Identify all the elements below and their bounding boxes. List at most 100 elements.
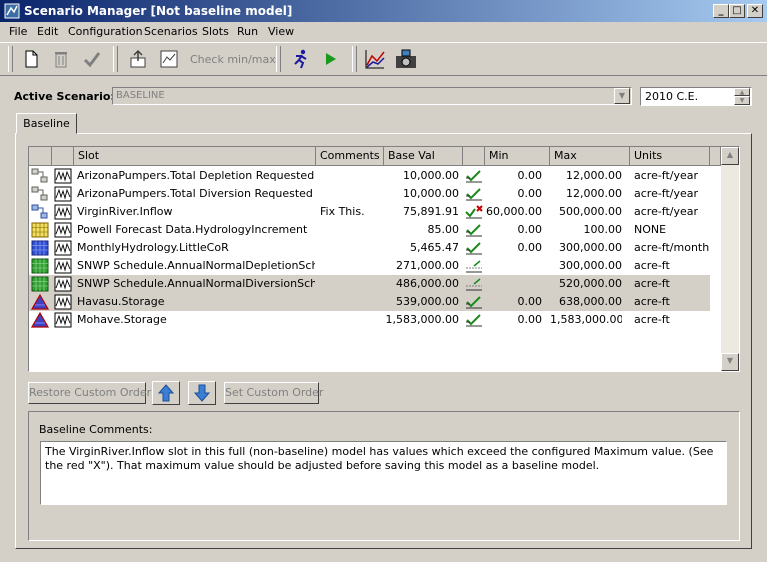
header-type[interactable] [29,147,52,166]
menu-file[interactable]: File [9,25,27,38]
tab-baseline[interactable]: Baseline [16,113,77,134]
trash-icon[interactable] [49,47,73,71]
date-spinner[interactable]: 2010 C.E. ▲ ▼ [640,87,752,106]
checkmark-icon[interactable] [80,47,104,71]
units-cell: acre-ft/month [634,241,710,254]
new-document-icon[interactable] [19,47,43,71]
table-row[interactable]: ArizonaPumpers.Total Depletion Requested… [29,167,710,185]
table-row[interactable]: Mohave.Storage 1,583,000.00 0.00 1,583,000.… [29,311,710,329]
base-val-cell: 271,000.00 [396,259,459,272]
baseline-comments-textarea[interactable]: The VirginRiver.Inflow slot in this full… [40,441,727,505]
set-custom-order-button[interactable]: Set Custom Order [224,382,323,404]
link-blue-icon [31,204,49,222]
minmax-ok-icon [464,240,484,258]
menu-view[interactable]: View [268,25,294,38]
min-cell [485,275,542,293]
chart-icon[interactable] [363,47,387,71]
scroll-down-icon[interactable]: ▼ [721,353,739,371]
minmax-fail-icon [464,204,484,222]
header-plot[interactable] [52,147,74,166]
slot-table: Slot Comments Base Val Min Max Units Ari… [28,146,740,372]
base-val-cell: 1,583,000.00 [385,313,459,326]
table-row[interactable]: MonthlyHydrology.LittleCoR 5,465.47 0.00 30… [29,239,710,257]
max-cell: 300,000.00 [559,259,622,272]
chevron-down-icon[interactable]: ▼ [614,88,630,104]
min-cell: 0.00 [517,295,543,308]
toolbar-separator [276,46,281,72]
header-max[interactable]: Max [550,147,630,166]
header-check[interactable] [463,147,485,166]
header-slot[interactable]: Slot [74,147,316,166]
app-icon [4,3,20,19]
header-base-val[interactable]: Base Val [384,147,463,166]
active-scenario-dropdown[interactable]: BASELINE ▼ [112,87,632,105]
header-min[interactable]: Min [485,147,550,166]
min-cell: 0.00 [517,187,543,200]
minmax-ok-icon [464,222,484,240]
minmax-partial-icon [464,276,484,294]
slot-cell: Mohave.Storage [77,313,167,326]
restore-custom-order-button[interactable]: Restore Custom Order [28,382,151,404]
menu-slots[interactable]: Slots [202,25,229,38]
arrow-up-icon [157,384,175,402]
comments-cell [320,239,382,257]
units-cell: acre-ft/year [634,187,699,200]
date-value: 2010 C.E. [645,90,699,103]
menu-scenarios[interactable]: Scenarios [144,25,198,38]
base-val-cell: 10,000.00 [403,169,459,182]
menu-edit[interactable]: Edit [37,25,58,38]
slot-cell: MonthlyHydrology.LittleCoR [77,241,229,254]
title-bar[interactable]: Scenario Manager [Not baseline model] _ … [0,0,767,22]
header-filler [710,147,721,166]
plot-icon[interactable] [54,276,72,294]
maximize-button[interactable]: □ [729,4,745,18]
link-icon [31,168,49,186]
units-cell: acre-ft [634,259,670,272]
comments-cell [320,185,382,203]
table-row[interactable]: Havasu.Storage 539,000.00 0.00 638,000.00 ac… [29,293,710,311]
minmax-ok-icon [464,186,484,204]
plot-icon[interactable] [54,258,72,276]
check-minmax-button[interactable]: Check min/max [190,53,276,66]
plot-icon[interactable] [54,294,72,312]
header-comments[interactable]: Comments [316,147,384,166]
table-row[interactable]: SNWP Schedule.AnnualNormalDepletionSched… [29,257,710,275]
plot-icon[interactable] [54,186,72,204]
move-up-button[interactable] [152,381,180,405]
spin-up-icon[interactable]: ▲ [734,88,750,96]
export-icon[interactable] [126,47,150,71]
table-row[interactable]: SNWP Schedule.AnnualNormalDiversionSched… [29,275,710,293]
vertical-scrollbar[interactable]: ▲ ▼ [721,147,739,371]
slot-cell: ArizonaPumpers.Total Depletion Requested [77,169,315,182]
plot-icon[interactable] [157,47,181,71]
scroll-up-icon[interactable]: ▲ [721,147,739,165]
menu-run[interactable]: Run [237,25,258,38]
max-cell: 638,000.00 [559,295,622,308]
plot-icon[interactable] [54,168,72,186]
toolbar-grip[interactable] [8,46,13,72]
snapshot-camera-icon[interactable] [394,47,418,71]
plot-icon[interactable] [54,240,72,258]
plot-icon[interactable] [54,204,72,222]
grid-blue-icon [31,240,49,258]
menu-configuration[interactable]: Configuration [68,25,143,38]
close-button[interactable]: ✕ [747,4,763,18]
max-cell: 100.00 [583,223,623,236]
minimize-button[interactable]: _ [713,4,729,18]
table-row[interactable]: Powell Forecast Data.HydrologyIncrement 8… [29,221,710,239]
table-row[interactable]: ArizonaPumpers.Total Diversion Requested… [29,185,710,203]
menu-bar: File Edit Configuration Scenarios Slots … [0,22,767,41]
grid-yellow-icon [31,222,49,240]
plot-icon[interactable] [54,222,72,240]
header-units[interactable]: Units [630,147,710,166]
table-row[interactable]: VirginRiver.Inflow Fix This. 75,891.91 60,0… [29,203,710,221]
spin-down-icon[interactable]: ▼ [734,96,750,105]
play-icon[interactable] [318,47,342,71]
baseline-comments-label: Baseline Comments: [39,423,153,436]
units-cell: acre-ft/year [634,205,699,218]
minmax-ok-icon [464,312,484,330]
run-man-icon[interactable] [288,47,312,71]
arrow-down-icon [193,384,211,402]
plot-icon[interactable] [54,312,72,330]
move-down-button[interactable] [188,381,216,405]
